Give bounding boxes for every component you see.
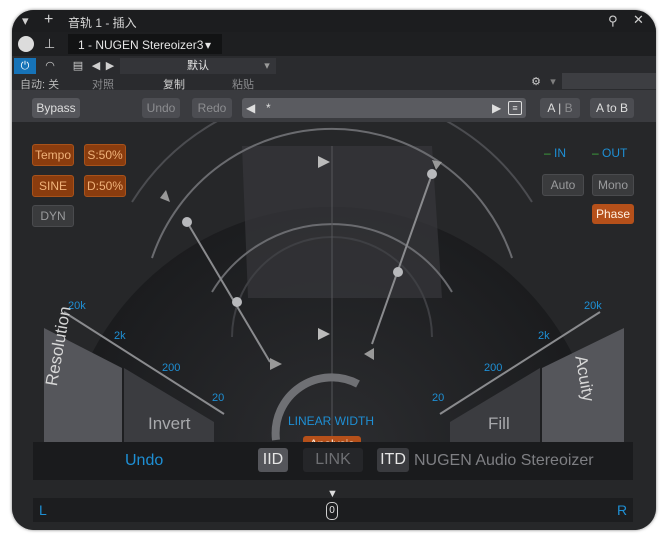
link-button[interactable]: LINK (303, 448, 363, 472)
routing-icon[interactable]: ⊥ (44, 37, 55, 51)
bottom-undo-button[interactable]: Undo (125, 452, 163, 470)
close-icon[interactable]: ✕ (633, 13, 644, 27)
preset-file-icon[interactable]: ▤ (70, 58, 86, 74)
add-icon[interactable]: + (44, 12, 53, 28)
bypass-button[interactable]: Bypass (32, 98, 80, 118)
next-arrow-icon[interactable]: ▶ (492, 98, 501, 118)
right-outer-handle[interactable] (427, 169, 437, 179)
left-scale-20: 20 (212, 392, 225, 404)
a-to-b-button[interactable]: A to B (590, 98, 634, 118)
prev-arrow-icon[interactable]: ◀ (246, 98, 255, 118)
gear-chevron-icon[interactable]: ▾ (546, 74, 560, 90)
right-scale-20: 20 (432, 392, 445, 404)
output-meter-label: – OUT (592, 146, 627, 160)
right-arrow-marker-icon (432, 160, 442, 170)
meter-slot (562, 73, 656, 89)
right-scale-20k: 20k (584, 300, 602, 312)
auto-button[interactable]: Auto (542, 174, 584, 196)
preset-chevron-icon[interactable]: ▾ (260, 58, 274, 74)
left-scale-2k: 2k (114, 330, 126, 342)
balance-marker-icon: ▼ (327, 488, 338, 500)
brand-label: NUGEN Audio Stereoizer (414, 452, 594, 469)
width-zone (242, 146, 442, 298)
left-scale-200: 200 (162, 362, 181, 374)
window-title: 音轨 1 - 插入 (68, 16, 137, 30)
power-button[interactable]: ⏻ (14, 58, 36, 74)
mono-button[interactable]: Mono (592, 174, 634, 196)
dyn-button[interactable]: DYN (32, 205, 74, 227)
ab-toggle[interactable]: A | B (540, 98, 580, 118)
preset-name[interactable]: 默认 (120, 58, 276, 74)
right-mid-handle[interactable] (393, 267, 403, 277)
ab-b: B (564, 101, 573, 115)
pin-icon[interactable]: ⚲ (608, 14, 618, 28)
stereo-field-display[interactable] (12, 122, 656, 442)
plugin-toolbar: Bypass Undo Redo ◀ * ▶ ≡ A | B A to B (12, 90, 656, 122)
phase-button[interactable]: Phase (592, 204, 634, 224)
undo-button[interactable]: Undo (142, 98, 180, 118)
plugin-selector-label: 1 - NUGEN Stereoizer3 (78, 38, 204, 52)
input-indicator-icon: – (544, 146, 551, 160)
tempo-button[interactable]: Tempo (32, 144, 74, 166)
bypass-arc-icon[interactable]: ◠ (38, 58, 62, 74)
itd-button[interactable]: ITD (377, 448, 409, 472)
preset-field[interactable]: ◀ * ▶ ≡ (242, 98, 526, 118)
out-label: OUT (602, 146, 628, 160)
fill-label: Fill (488, 414, 510, 433)
balance-bar[interactable]: L R ▼ 0 (33, 488, 633, 522)
invert-label: Invert (148, 414, 191, 433)
ab-sep: | (558, 101, 562, 115)
iid-button[interactable]: IID (258, 448, 288, 472)
ab-a: A (547, 101, 555, 115)
left-arrow-marker-icon (160, 190, 170, 202)
right-label: R (617, 502, 628, 518)
insert-tab-row: ⊥ 1 - NUGEN Stereoizer3 ▾ (12, 32, 656, 56)
linear-width-title: LINEAR WIDTH (288, 414, 375, 428)
left-label: L (39, 502, 47, 518)
in-label: IN (554, 146, 567, 160)
window-menu-icon[interactable]: ▾ (22, 14, 29, 28)
next-preset-icon[interactable]: ▶ (104, 58, 116, 74)
input-meter-label: – IN (544, 146, 566, 160)
prev-preset-icon[interactable]: ◀ (90, 58, 102, 74)
chevron-down-icon: ▾ (205, 38, 212, 52)
output-indicator-icon: – (592, 146, 599, 160)
left-mid-handle[interactable] (232, 297, 242, 307)
title-bar: ▾ + 音轨 1 - 插入 ⚲ ✕ (12, 10, 656, 32)
plugin-window: ▾ + 音轨 1 - 插入 ⚲ ✕ ⊥ 1 - NUGEN Stereoizer… (12, 10, 656, 530)
gear-icon[interactable]: ⚙ (528, 74, 544, 90)
redo-button[interactable]: Redo (192, 98, 232, 118)
list-icon[interactable]: ≡ (508, 101, 522, 115)
sine-button[interactable]: SINE (32, 175, 74, 197)
left-outer-handle[interactable] (182, 217, 192, 227)
bottom-bar: Undo IID LINK ITD NUGEN Audio Stereoizer (33, 442, 633, 480)
sync-button[interactable]: S:50% (84, 144, 126, 166)
plugin-selector[interactable]: 1 - NUGEN Stereoizer3 ▾ (68, 34, 222, 54)
balance-knob[interactable]: 0 (326, 502, 338, 520)
preset-field-value: * (266, 101, 271, 115)
preset-row: ⏻ ◠ 自动: 关 ▤ ◀ ▶ 默认 ▾ 对照 复制 粘贴 ⚙ ▾ (12, 56, 656, 91)
preset-name-label: 默认 (187, 60, 209, 72)
power-knob-icon[interactable] (18, 36, 34, 52)
depth-button[interactable]: D:50% (84, 175, 126, 197)
right-scale-200: 200 (484, 362, 503, 374)
right-scale-2k: 2k (538, 330, 550, 342)
